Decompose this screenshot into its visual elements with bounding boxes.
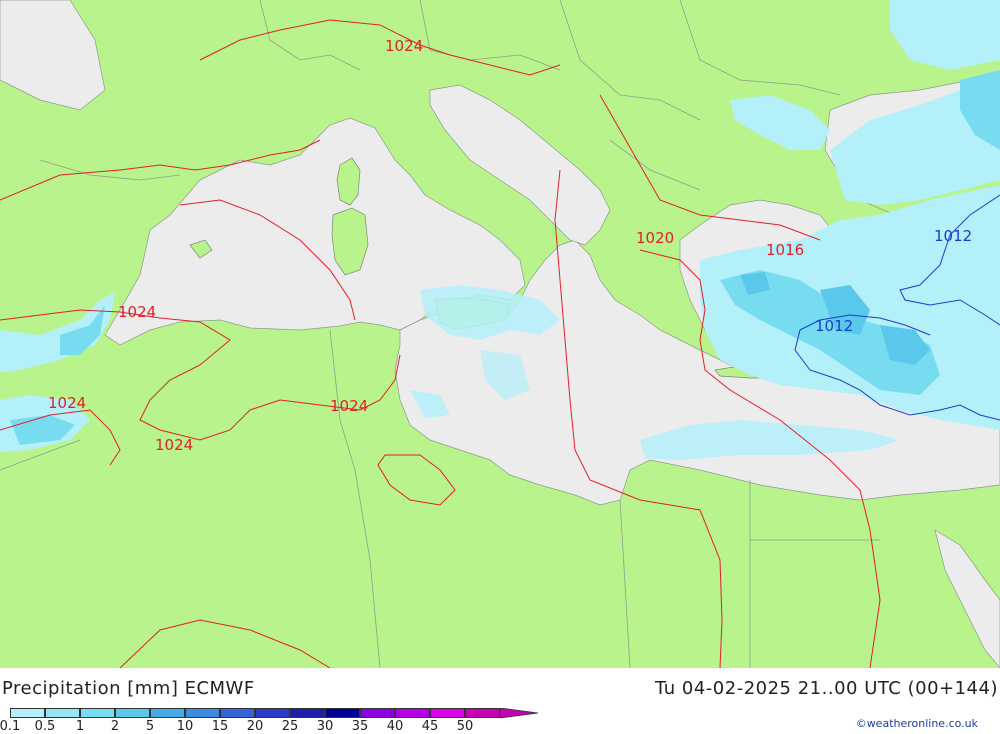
legend-swatch (430, 708, 465, 718)
legend-swatch (150, 708, 185, 718)
legend-swatch (45, 708, 80, 718)
isobar-label: 1020 (636, 229, 674, 247)
legend-label: 45 (421, 719, 439, 734)
isobar-label: 1024 (330, 397, 368, 415)
isobar-label: 1016 (766, 241, 804, 259)
legend-swatch (115, 708, 150, 718)
legend-arrow-icon (500, 708, 539, 719)
map-title: Precipitation [mm] ECMWF (2, 678, 255, 699)
legend-label: 30 (316, 719, 334, 734)
legend-label: 5 (145, 719, 155, 734)
isobar-label: 1024 (155, 436, 193, 454)
isobar-label: 1012 (934, 227, 972, 245)
legend-swatch (255, 708, 290, 718)
legend-label: 25 (281, 719, 299, 734)
forecast-datetime: Tu 04-02-2025 21..00 UTC (00+144) (655, 678, 998, 699)
isobar-label: 1024 (118, 303, 156, 321)
legend-label: 2 (110, 719, 120, 734)
isobar-label: 1012 (815, 317, 853, 335)
isobar-label: 1024 (48, 394, 86, 412)
legend-label: 0.5 (34, 719, 56, 734)
legend-label: 35 (351, 719, 369, 734)
legend-label: 40 (386, 719, 404, 734)
legend-label: 0.1 (0, 719, 21, 734)
legend-swatch (185, 708, 220, 718)
legend-swatch (360, 708, 395, 718)
legend-swatch (220, 708, 255, 718)
isobar-label: 1024 (385, 37, 423, 55)
legend-swatch (10, 708, 45, 718)
legend-label: 20 (246, 719, 264, 734)
legend-swatch (325, 708, 360, 718)
legend-label: 10 (176, 719, 194, 734)
map-footer: Precipitation [mm] ECMWF Tu 04-02-2025 2… (0, 668, 1000, 734)
precipitation-map: 1024 1024 1024 1024 1024 1020 1016 1012 … (0, 0, 1000, 668)
legend-swatch (80, 708, 115, 718)
legend-swatch (290, 708, 325, 718)
credit-link[interactable]: ©weatheronline.co.uk (856, 717, 978, 730)
legend-label: 1 (75, 719, 85, 734)
legend-label: 50 (456, 719, 474, 734)
legend-label: 15 (211, 719, 229, 734)
legend-swatch (395, 708, 430, 718)
legend-swatch (465, 708, 500, 718)
